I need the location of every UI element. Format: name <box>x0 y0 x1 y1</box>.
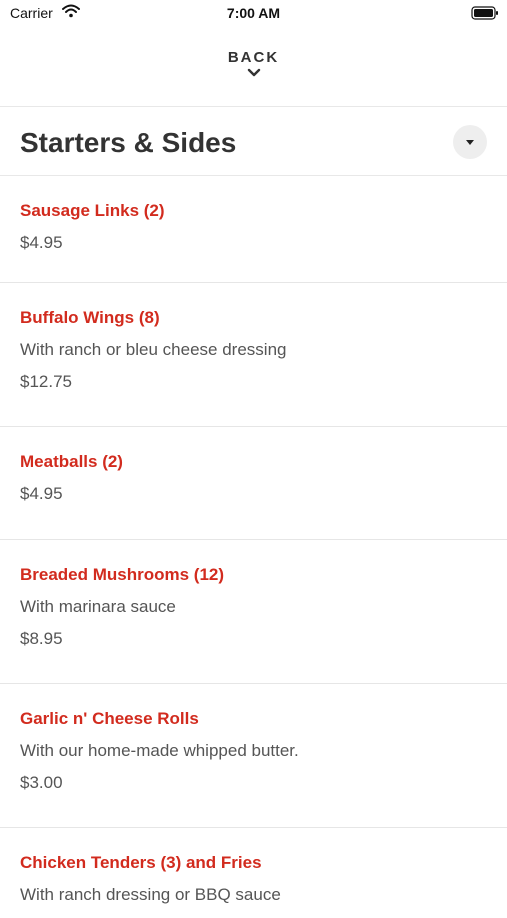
header-divider <box>0 106 507 107</box>
menu-item-name: Buffalo Wings (8) <box>20 308 160 327</box>
section-title: Starters & Sides <box>20 127 237 158</box>
menu-item-price: $3.00 <box>20 773 63 792</box>
section-header: Starters & Sides <box>0 108 507 175</box>
menu-item-description: With ranch or bleu cheese dressing <box>20 340 287 359</box>
menu-item-name: Garlic n' Cheese Rolls <box>20 709 199 728</box>
menu-item-price: $4.95 <box>20 484 63 503</box>
menu-item-description: With our home-made whipped butter. <box>20 741 299 760</box>
section-dropdown-button[interactable] <box>453 125 487 159</box>
menu-item-name: Meatballs (2) <box>20 452 123 471</box>
menu-item[interactable]: Breaded Mushrooms (12) With marinara sau… <box>0 540 507 684</box>
clock: 7:00 AM <box>226 5 281 21</box>
menu-item-description: With marinara sauce <box>20 597 176 616</box>
menu-item-description: With ranch dressing or BBQ sauce <box>20 885 281 904</box>
menu-list: Sausage Links (2) $4.95 Buffalo Wings (8… <box>0 176 507 918</box>
caret-down-icon <box>466 139 474 145</box>
menu-item-name: Breaded Mushrooms (12) <box>20 565 225 584</box>
menu-item[interactable]: Meatballs (2) $4.95 <box>0 427 507 540</box>
menu-item[interactable]: Garlic n' Cheese Rolls With our home-mad… <box>0 684 507 828</box>
menu-item-price: $12.75 <box>20 372 72 391</box>
back-label: BACK <box>227 49 280 66</box>
menu-item[interactable]: Chicken Tenders (3) and Fries With ranch… <box>0 828 507 918</box>
back-button[interactable]: BACK <box>0 40 507 96</box>
chevron-down-icon <box>247 68 260 77</box>
menu-item-name: Chicken Tenders (3) and Fries <box>20 853 262 872</box>
battery-icon <box>471 6 499 25</box>
status-bar: Carrier 7:00 AM <box>0 0 507 28</box>
menu-item-price: $4.95 <box>20 233 63 252</box>
menu-item-price: $8.95 <box>20 629 63 648</box>
menu-item-name: Sausage Links (2) <box>20 201 165 220</box>
menu-item[interactable]: Sausage Links (2) $4.95 <box>0 176 507 283</box>
menu-item[interactable]: Buffalo Wings (8) With ranch or bleu che… <box>0 283 507 427</box>
